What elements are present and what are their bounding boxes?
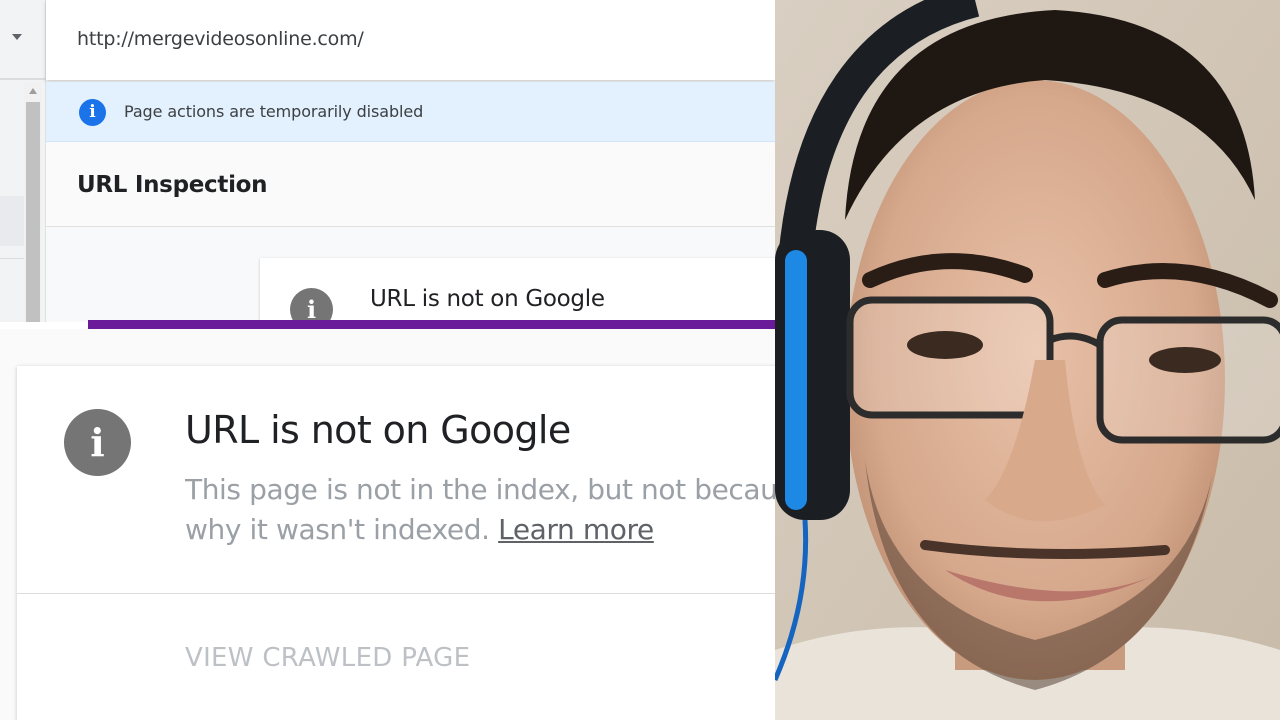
zoomed-status-panel: i URL is not on Google This page is not …: [0, 329, 775, 720]
status-description: This page is not in the index, but not b…: [185, 470, 775, 550]
description-text: why it wasn't indexed.: [185, 513, 490, 546]
strip-divider-line: [0, 258, 24, 259]
status-card-preview: i URL is not on Google: [260, 258, 775, 322]
strip-divider: [0, 78, 46, 80]
inspected-url[interactable]: http://mergevideosonline.com/: [77, 28, 364, 50]
dropdown-caret-icon[interactable]: [12, 34, 22, 40]
info-icon: i: [290, 288, 333, 322]
description-line-2: why it wasn't indexed. Learn more: [185, 510, 775, 550]
page-title: URL Inspection: [77, 172, 268, 198]
info-banner: i Page actions are temporarily disabled: [46, 82, 775, 142]
webcam-image: [775, 0, 1280, 720]
status-title: URL is not on Google: [370, 286, 605, 312]
search-console-panel: http://mergevideosonline.com/ i Page act…: [0, 0, 775, 322]
section-header: URL Inspection: [46, 143, 775, 227]
learn-more-link[interactable]: Learn more: [498, 513, 654, 546]
view-crawled-page-button[interactable]: VIEW CRAWLED PAGE: [185, 643, 470, 673]
scroll-up-arrow-icon[interactable]: [29, 88, 37, 94]
url-inspection-bar[interactable]: http://mergevideosonline.com/: [46, 0, 775, 80]
nav-item-selected[interactable]: [0, 196, 24, 246]
card-divider: [17, 593, 775, 594]
info-icon: i: [64, 409, 131, 476]
scrollbar-thumb[interactable]: [26, 102, 40, 322]
description-line: This page is not in the index, but not b…: [185, 473, 775, 506]
info-icon: i: [79, 99, 106, 126]
status-card: i URL is not on Google This page is not …: [17, 366, 775, 720]
status-title: URL is not on Google: [185, 408, 571, 452]
banner-text: Page actions are temporarily disabled: [124, 102, 424, 121]
webcam-feed: [775, 0, 1280, 720]
purple-divider: [88, 320, 775, 329]
